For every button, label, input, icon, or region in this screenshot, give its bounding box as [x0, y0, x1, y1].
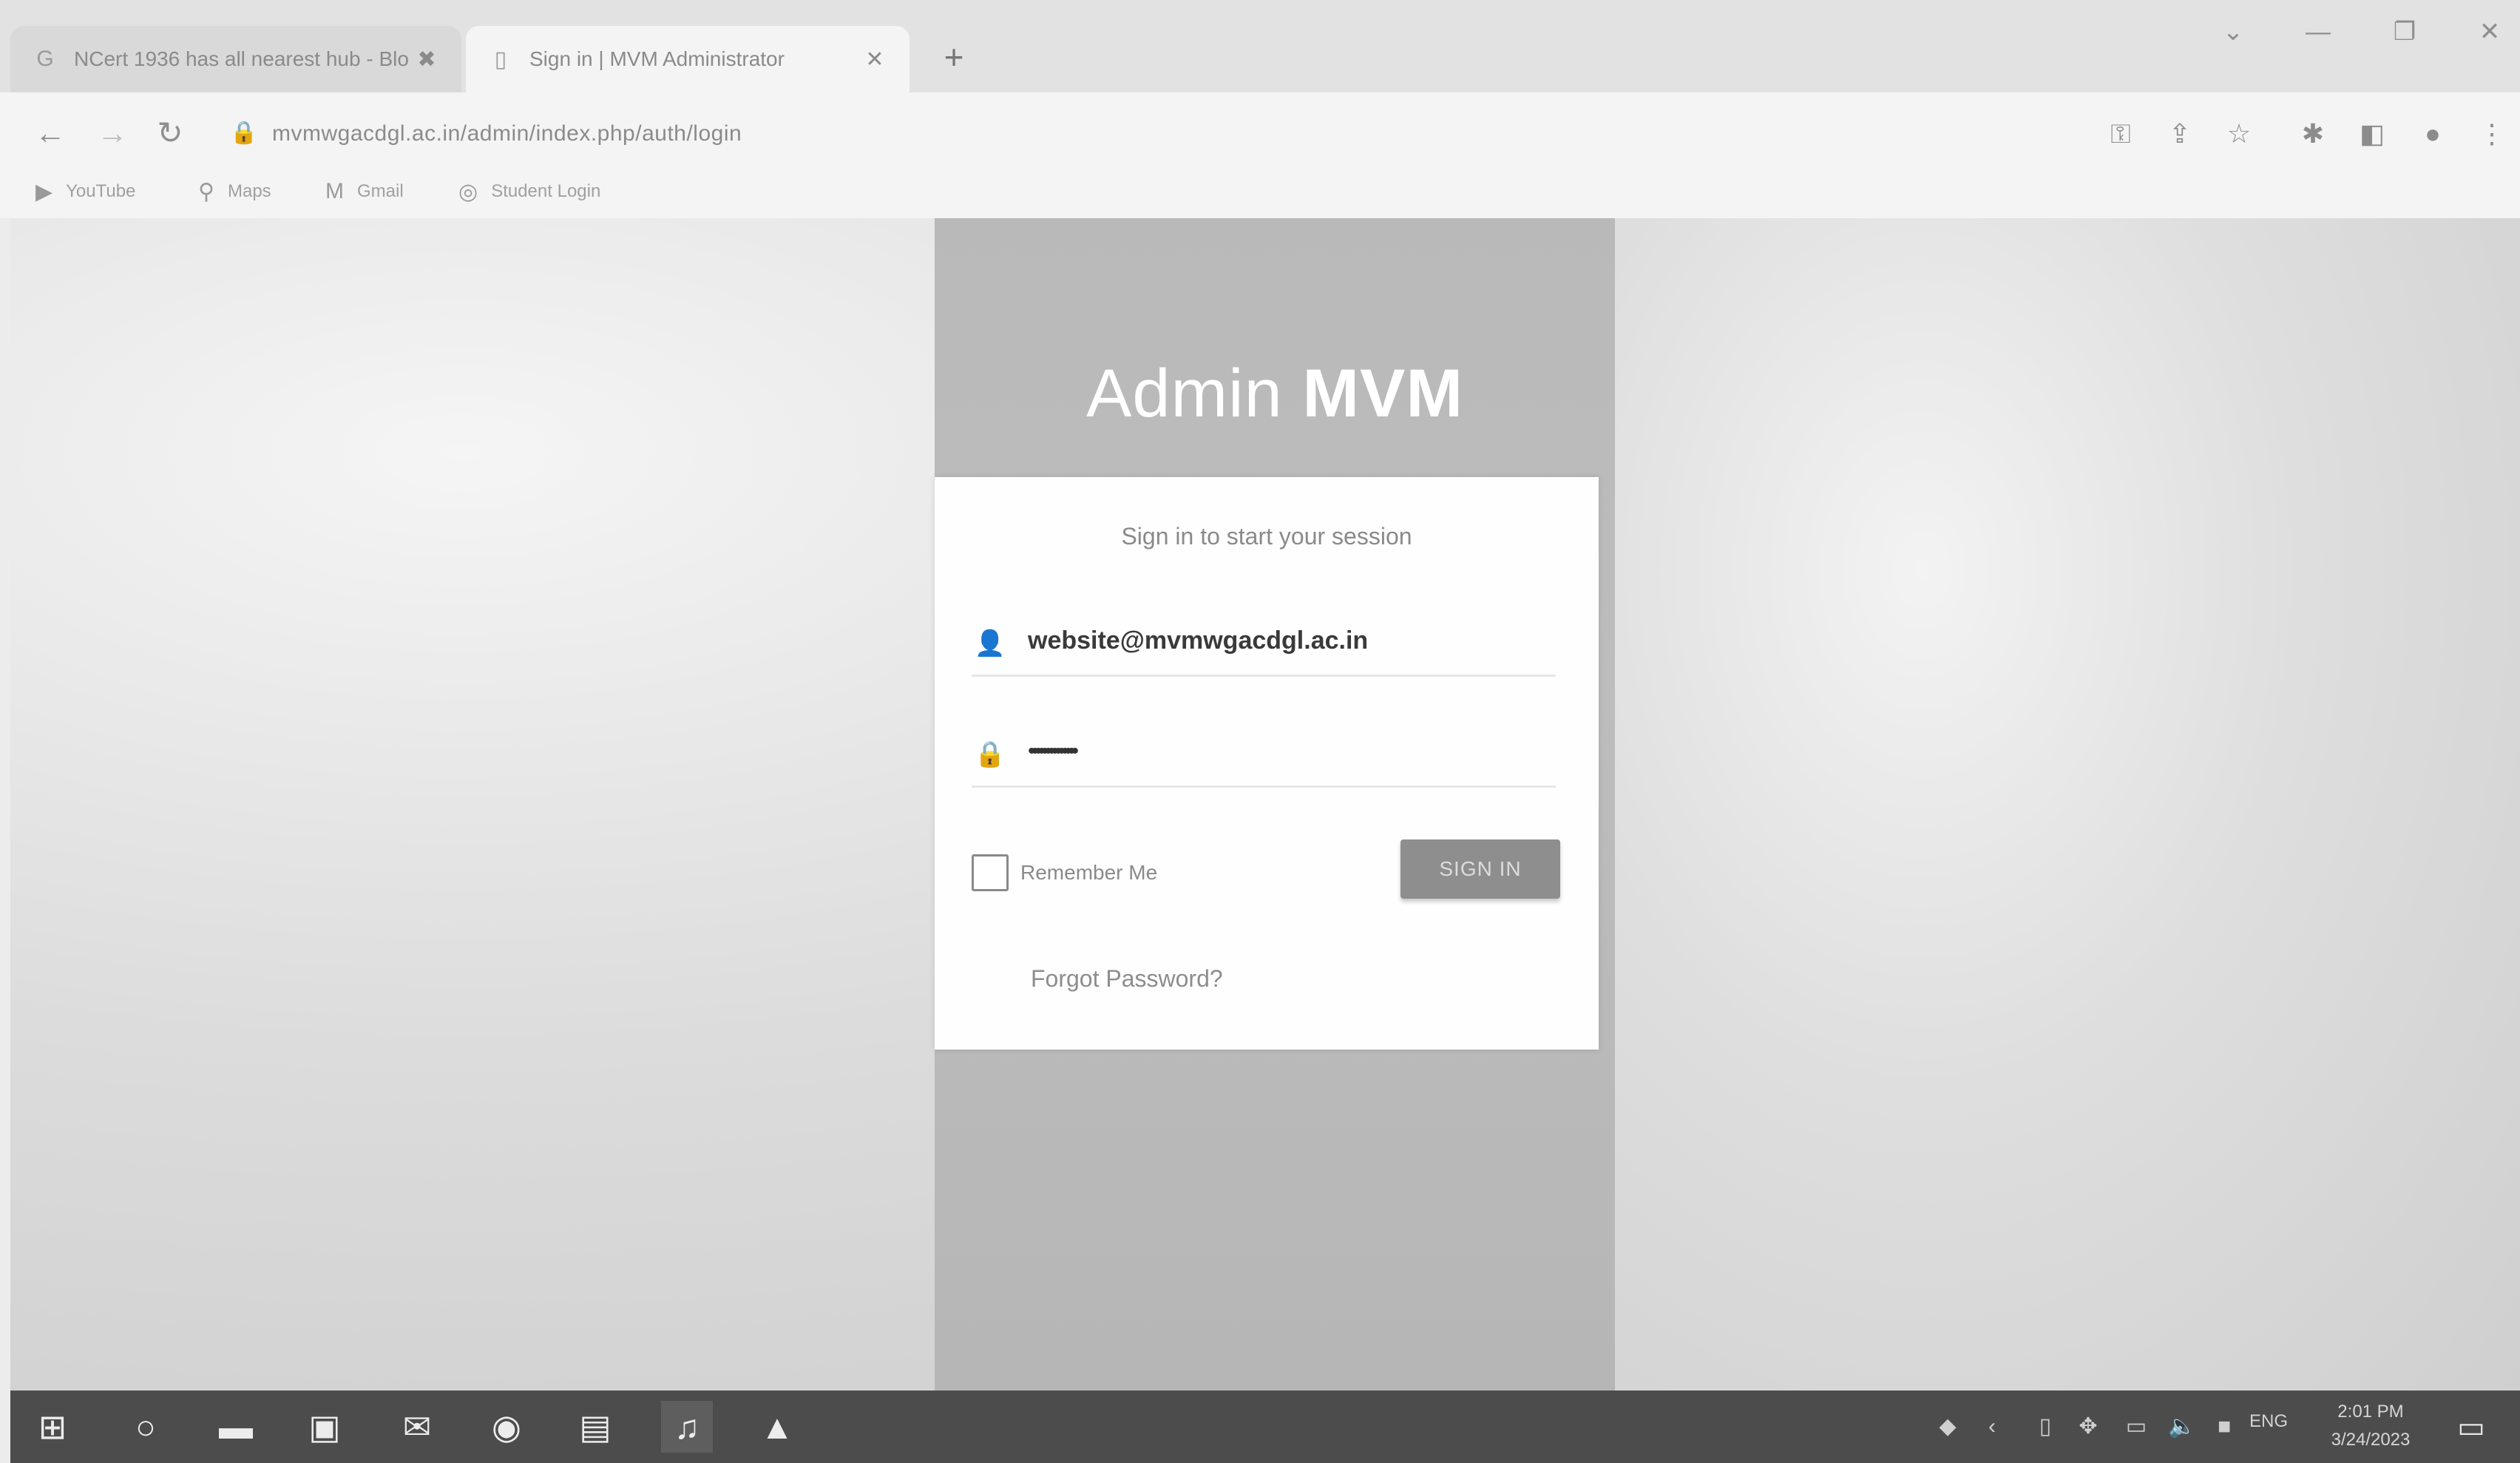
side-panel-icon[interactable]: ◧	[2351, 113, 2393, 155]
close-tab-icon[interactable]: ✖	[414, 47, 439, 72]
menu-kebab-icon[interactable]: ⋮	[2471, 113, 2513, 155]
login-message: Sign in to start your session	[1121, 523, 1412, 550]
bookmark-maps[interactable]: ⚲ Maps	[198, 173, 271, 210]
forward-button[interactable]: →	[90, 111, 135, 155]
language-indicator[interactable]: ENG	[2249, 1411, 2288, 1432]
search-circle-icon[interactable]: ○	[120, 1401, 172, 1453]
password-value[interactable]: ••••••••••••••	[1028, 732, 1079, 771]
globe-icon: ◎	[458, 179, 478, 204]
windows-start-icon[interactable]: ⊞	[27, 1401, 78, 1453]
forgot-password-link[interactable]: Forgot Password?	[1031, 965, 1223, 993]
new-tab-button[interactable]: +	[935, 38, 972, 75]
close-window-button[interactable]: ✕	[2468, 13, 2512, 50]
minimize-button[interactable]: —	[2296, 13, 2340, 50]
bookmarks-bar: ▶ YouTube ⚲ Maps M Gmail ◎ Student Login	[0, 169, 2520, 217]
bookmark-youtube[interactable]: ▶ YouTube	[35, 173, 135, 210]
user-icon: 👤	[974, 629, 1006, 658]
address-toolbar: ← → ↻ 🔒 mvmwgacdgl.ac.in/admin/index.php…	[0, 92, 2520, 174]
app-tray-icon[interactable]: ✥	[2073, 1408, 2103, 1445]
battery-tray-icon[interactable]: ■	[2209, 1408, 2239, 1445]
extensions-icon[interactable]: ✱	[2292, 113, 2334, 155]
tab-strip: G NCert 1936 has all nearest hub - Blo ✖…	[0, 0, 2520, 92]
photos-icon[interactable]: ▲	[751, 1401, 803, 1453]
google-icon: G	[36, 47, 54, 71]
share-icon[interactable]: ⇪	[2159, 113, 2201, 155]
volume-icon[interactable]: 🔈	[2164, 1408, 2201, 1445]
screen: G NCert 1936 has all nearest hub - Blo ✖…	[0, 0, 2520, 1463]
profile-avatar-icon[interactable]: ●	[2412, 113, 2453, 155]
tab-search-chevron-icon[interactable]: ⌄	[2211, 13, 2255, 50]
tab-title: NCert 1936 has all nearest hub - Blo	[74, 47, 409, 70]
notepad-icon[interactable]: ▤	[569, 1401, 621, 1453]
remember-me-checkbox[interactable]	[972, 854, 1009, 891]
lock-icon[interactable]: 🔒	[229, 111, 259, 155]
usb-tray-icon[interactable]: ▯	[2030, 1408, 2060, 1445]
file-explorer-icon[interactable]: ▬	[210, 1401, 262, 1453]
bookmark-star-icon[interactable]: ☆	[2218, 113, 2260, 155]
bookmark-gmail[interactable]: M Gmail	[325, 173, 404, 210]
network-tray-icon[interactable]: ◆	[1933, 1408, 1962, 1445]
show-hidden-icons-chevron-icon[interactable]: ‹	[1977, 1408, 2007, 1445]
remember-me-label: Remember Me	[1020, 861, 1158, 884]
reload-button[interactable]: ↻	[148, 111, 192, 155]
page-icon: ▯	[494, 47, 507, 72]
youtube-icon: ▶	[35, 179, 53, 204]
headphones-app-icon[interactable]: ♫	[661, 1401, 713, 1453]
gmail-icon: M	[325, 179, 344, 203]
back-button[interactable]: ←	[28, 111, 72, 155]
monitor-tray-icon[interactable]: ▭	[2118, 1408, 2155, 1445]
tab-blog[interactable]: G NCert 1936 has all nearest hub - Blo ✖	[10, 26, 461, 92]
map-pin-icon: ⚲	[198, 179, 214, 204]
clock-time: 2:01 PM	[2337, 1402, 2404, 1422]
email-value[interactable]: website@mvmwgacdgl.ac.in	[1028, 621, 1368, 660]
background-light	[1600, 218, 2520, 1391]
address-bar[interactable]: mvmwgacdgl.ac.in/admin/index.php/auth/lo…	[272, 118, 938, 150]
close-tab-icon[interactable]: ✕	[862, 47, 887, 72]
tab-sign-in[interactable]: ▯ Sign in | MVM Administrator ✕	[466, 26, 910, 92]
bookmark-student-login[interactable]: ◎ Student Login	[458, 173, 600, 210]
key-icon[interactable]: ⚿	[2100, 113, 2141, 155]
tab-title: Sign in | MVM Administrator	[529, 47, 785, 70]
chrome-icon[interactable]: ◉	[481, 1401, 532, 1453]
email-field[interactable]: 👤 website@mvmwgacdgl.ac.in	[972, 610, 1556, 677]
notification-icon[interactable]: ▭	[2450, 1407, 2492, 1448]
clock-date: 3/24/2023	[2331, 1430, 2411, 1450]
restore-button[interactable]: ❐	[2382, 13, 2427, 50]
remember-me[interactable]: Remember Me	[972, 851, 1157, 895]
mail-icon[interactable]: ✉	[391, 1401, 443, 1453]
system-clock[interactable]: 2:01 PM 3/24/2023	[2311, 1398, 2430, 1454]
store-bag-icon[interactable]: ▣	[299, 1401, 350, 1453]
login-box: Sign in to start your session 👤 website@…	[935, 477, 1599, 1050]
lock-icon: 🔒	[974, 740, 1006, 768]
taskbar: ⊞ ○ ▬ ▣ ✉ ◉ ▤ ♫ ▲ ◆ ‹ ▯ ✥ ▭ 🔈 ■ ENG 2:01…	[10, 1391, 2520, 1463]
password-field[interactable]: 🔒 ••••••••••••••	[972, 721, 1556, 788]
browser-chrome: G NCert 1936 has all nearest hub - Blo ✖…	[0, 0, 2520, 218]
sign-in-button[interactable]: SIGN IN	[1400, 839, 1560, 899]
page-title: Admin MVM	[1086, 356, 1463, 431]
